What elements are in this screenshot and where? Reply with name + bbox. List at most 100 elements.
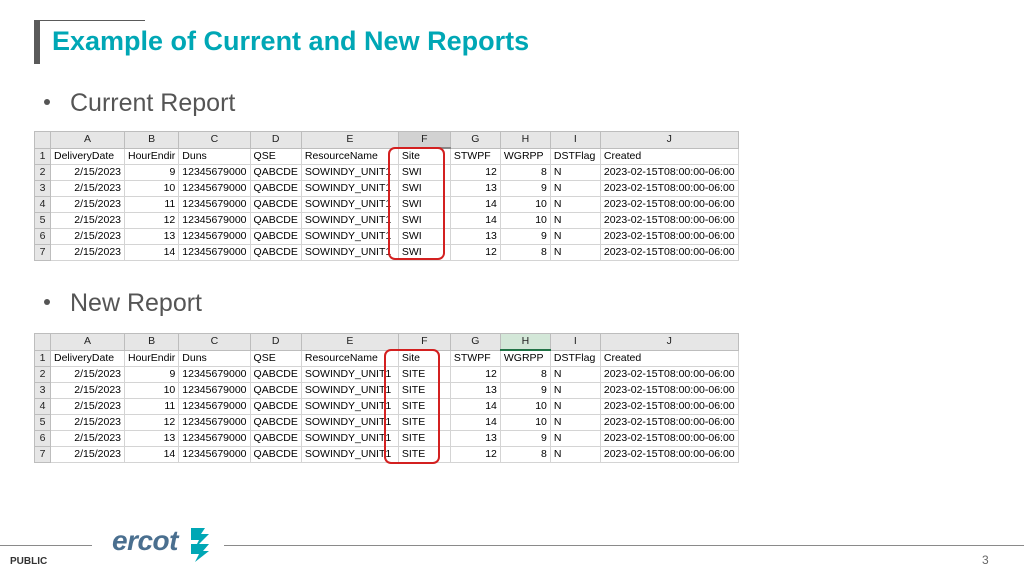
table-cell[interactable]: 10 bbox=[123, 180, 180, 197]
table-cell[interactable]: N bbox=[549, 430, 601, 447]
table-cell[interactable]: 2/15/2023 bbox=[50, 164, 125, 181]
table-cell[interactable]: 2023-02-15T08:00:00-06:00 bbox=[599, 366, 739, 383]
table-cell[interactable]: 13 bbox=[449, 382, 501, 399]
table-cell[interactable]: 14 bbox=[123, 244, 180, 261]
sheet-corner[interactable] bbox=[34, 333, 51, 351]
table-cell[interactable]: 2023-02-15T08:00:00-06:00 bbox=[599, 414, 739, 431]
table-cell[interactable]: 2023-02-15T08:00:00-06:00 bbox=[599, 196, 739, 213]
table-cell[interactable]: 8 bbox=[499, 164, 551, 181]
header-cell[interactable]: ResourceName bbox=[300, 147, 399, 165]
table-cell[interactable]: 14 bbox=[123, 446, 180, 463]
table-cell[interactable]: 2/15/2023 bbox=[50, 366, 125, 383]
header-cell[interactable]: QSE bbox=[249, 147, 302, 165]
table-cell[interactable]: 10 bbox=[499, 196, 551, 213]
table-cell[interactable]: 14 bbox=[449, 414, 501, 431]
table-cell[interactable]: 8 bbox=[499, 366, 551, 383]
table-cell[interactable]: 9 bbox=[499, 228, 551, 245]
table-cell[interactable]: N bbox=[549, 244, 601, 261]
column-header[interactable]: H bbox=[499, 333, 551, 351]
table-cell[interactable]: 12345679000 bbox=[178, 382, 251, 399]
table-cell[interactable]: 10 bbox=[499, 398, 551, 415]
sheet-corner[interactable] bbox=[34, 131, 51, 149]
table-cell[interactable]: QABCDE bbox=[249, 244, 302, 261]
row-number[interactable]: 6 bbox=[34, 430, 51, 447]
table-cell[interactable]: 12345679000 bbox=[178, 366, 251, 383]
table-cell[interactable]: 2/15/2023 bbox=[50, 212, 125, 229]
table-cell[interactable]: 9 bbox=[499, 382, 551, 399]
table-cell[interactable]: 12345679000 bbox=[178, 244, 251, 261]
header-cell[interactable]: HourEndir bbox=[123, 147, 180, 165]
table-cell[interactable]: 9 bbox=[123, 366, 180, 383]
table-cell[interactable]: 12345679000 bbox=[178, 446, 251, 463]
table-cell[interactable]: 12 bbox=[449, 164, 501, 181]
table-cell[interactable]: 13 bbox=[449, 228, 501, 245]
table-cell[interactable]: QABCDE bbox=[249, 414, 302, 431]
header-cell[interactable]: Created bbox=[599, 349, 739, 367]
column-header[interactable]: J bbox=[599, 333, 739, 351]
table-cell[interactable]: 2/15/2023 bbox=[50, 228, 125, 245]
table-cell[interactable]: 14 bbox=[449, 196, 501, 213]
row-number[interactable]: 5 bbox=[34, 212, 51, 229]
table-cell[interactable]: 12345679000 bbox=[178, 430, 251, 447]
header-cell[interactable]: DSTFlag bbox=[549, 147, 601, 165]
header-cell[interactable]: Created bbox=[599, 147, 739, 165]
table-cell[interactable]: 12 bbox=[449, 366, 501, 383]
table-cell[interactable]: QABCDE bbox=[249, 366, 302, 383]
table-cell[interactable]: 12345679000 bbox=[178, 398, 251, 415]
table-cell[interactable]: 11 bbox=[123, 196, 180, 213]
header-cell[interactable]: DeliveryDate bbox=[50, 147, 125, 165]
table-cell[interactable]: SOWINDY_UNIT1 bbox=[300, 180, 399, 197]
table-cell[interactable]: 9 bbox=[499, 180, 551, 197]
table-cell[interactable]: 2023-02-15T08:00:00-06:00 bbox=[599, 398, 739, 415]
table-cell[interactable]: 2/15/2023 bbox=[50, 244, 125, 261]
table-cell[interactable]: 2023-02-15T08:00:00-06:00 bbox=[599, 430, 739, 447]
table-cell[interactable]: N bbox=[549, 196, 601, 213]
column-header[interactable]: E bbox=[300, 333, 399, 351]
table-cell[interactable]: 9 bbox=[499, 430, 551, 447]
column-header[interactable]: C bbox=[178, 333, 251, 351]
row-number[interactable]: 2 bbox=[34, 164, 51, 181]
table-cell[interactable]: 2/15/2023 bbox=[50, 446, 125, 463]
row-number[interactable]: 3 bbox=[34, 382, 51, 399]
table-cell[interactable]: 12345679000 bbox=[178, 196, 251, 213]
header-cell[interactable]: DSTFlag bbox=[549, 349, 601, 367]
table-cell[interactable]: 10 bbox=[499, 414, 551, 431]
table-cell[interactable]: 12 bbox=[123, 212, 180, 229]
table-cell[interactable]: QABCDE bbox=[249, 180, 302, 197]
column-header[interactable]: C bbox=[178, 131, 251, 149]
header-cell[interactable]: Duns bbox=[178, 349, 251, 367]
table-cell[interactable]: N bbox=[549, 398, 601, 415]
table-cell[interactable]: N bbox=[549, 164, 601, 181]
table-cell[interactable]: 13 bbox=[449, 430, 501, 447]
header-cell[interactable]: STWPF bbox=[449, 147, 501, 165]
table-cell[interactable]: 2023-02-15T08:00:00-06:00 bbox=[599, 382, 739, 399]
table-cell[interactable]: 2/15/2023 bbox=[50, 398, 125, 415]
table-cell[interactable]: N bbox=[549, 446, 601, 463]
table-cell[interactable]: SOWINDY_UNIT1 bbox=[300, 228, 399, 245]
header-cell[interactable]: DeliveryDate bbox=[50, 349, 125, 367]
table-cell[interactable]: 14 bbox=[449, 212, 501, 229]
table-cell[interactable]: 12345679000 bbox=[178, 180, 251, 197]
table-cell[interactable]: 12 bbox=[449, 446, 501, 463]
column-header[interactable]: I bbox=[549, 333, 601, 351]
table-cell[interactable]: N bbox=[549, 414, 601, 431]
table-cell[interactable]: N bbox=[549, 366, 601, 383]
table-cell[interactable]: 12345679000 bbox=[178, 228, 251, 245]
column-header[interactable]: F bbox=[397, 131, 451, 149]
row-number[interactable]: 7 bbox=[34, 446, 51, 463]
table-cell[interactable]: SOWINDY_UNIT1 bbox=[300, 164, 399, 181]
table-cell[interactable]: 8 bbox=[499, 244, 551, 261]
table-cell[interactable]: 2/15/2023 bbox=[50, 196, 125, 213]
table-cell[interactable]: 2023-02-15T08:00:00-06:00 bbox=[599, 446, 739, 463]
table-cell[interactable]: 12345679000 bbox=[178, 414, 251, 431]
column-header[interactable]: H bbox=[499, 131, 551, 149]
table-cell[interactable]: N bbox=[549, 382, 601, 399]
row-number[interactable]: 7 bbox=[34, 244, 51, 261]
table-cell[interactable]: 2023-02-15T08:00:00-06:00 bbox=[599, 164, 739, 181]
table-cell[interactable]: 10 bbox=[499, 212, 551, 229]
column-header[interactable]: B bbox=[123, 131, 180, 149]
table-cell[interactable]: 14 bbox=[449, 398, 501, 415]
table-cell[interactable]: 13 bbox=[123, 430, 180, 447]
column-header[interactable]: B bbox=[123, 333, 180, 351]
table-cell[interactable]: QABCDE bbox=[249, 398, 302, 415]
